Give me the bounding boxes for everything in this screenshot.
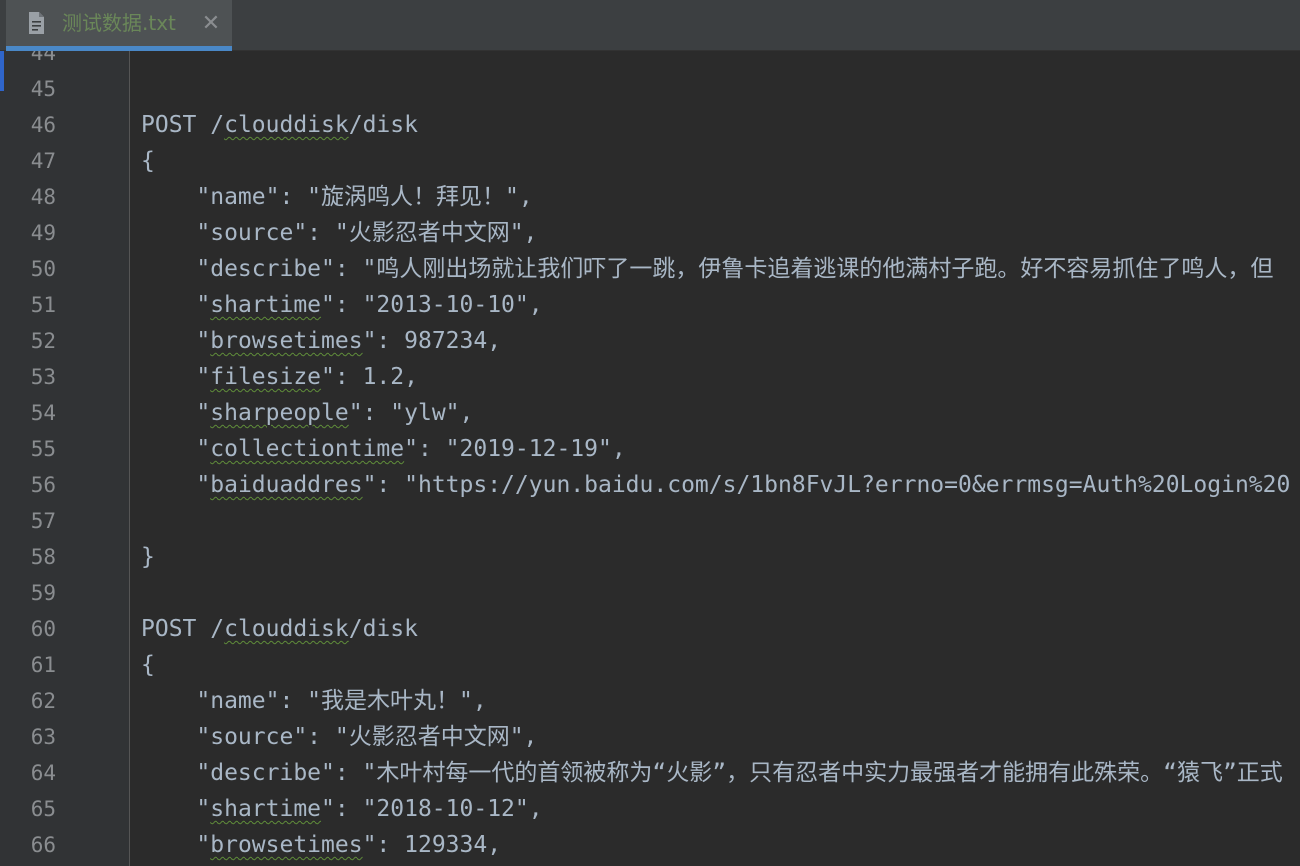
line-number: 50 <box>30 257 56 281</box>
code-token: POST / <box>141 616 225 642</box>
line-number: 52 <box>30 329 56 353</box>
line-number: 53 <box>30 365 56 389</box>
code-line: { <box>141 647 1290 683</box>
code-token: ": "2013-10-10", <box>321 292 543 318</box>
code-editor[interactable]: POST /clouddisk/disk{ "name": "旋涡鸣人！拜见！"… <box>131 51 1300 866</box>
text-file-icon <box>29 12 44 34</box>
code-line: "sharpeople": "ylw", <box>141 395 1290 431</box>
code-token: } <box>141 544 155 570</box>
code-token: "describe": "木叶村每一代的首领被称为“火影”，只有忍者中实力最强者… <box>141 760 1283 786</box>
line-number: 57 <box>30 509 56 533</box>
code-line: POST /clouddisk/disk <box>141 107 1290 143</box>
code-line: "browsetimes": 129334, <box>141 827 1290 863</box>
code-line: "describe": "鸣人刚出场就让我们吓了一跳，伊鲁卡追着逃课的他满村子跑… <box>141 251 1290 287</box>
code-token: "describe": "鸣人刚出场就让我们吓了一跳，伊鲁卡追着逃课的他满村子跑… <box>141 256 1274 282</box>
line-number: 54 <box>30 401 56 425</box>
line-number: 47 <box>30 149 56 173</box>
code-token: ": "ylw", <box>348 400 474 426</box>
code-token: "source": "火影忍者中文网", <box>141 724 538 750</box>
code-line: "source": "火影忍者中文网", <box>141 215 1290 251</box>
spelling-warning-token: shartime <box>210 796 322 822</box>
code-token: " <box>141 400 211 426</box>
line-number: 61 <box>30 653 56 677</box>
code-token: ": "2019-12-19", <box>404 436 626 462</box>
code-token: /disk <box>348 112 418 138</box>
spelling-warning-token: collectiontime <box>210 436 405 462</box>
code-token: " <box>141 832 211 858</box>
code-token: { <box>141 148 155 174</box>
spelling-warning-token: filesize <box>210 364 322 390</box>
line-number: 44 <box>30 51 56 65</box>
editor-tab-bar: 测试数据.txt ✕ <box>0 0 1300 51</box>
code-token: ": "2018-10-12", <box>321 796 543 822</box>
line-number: 62 <box>30 689 56 713</box>
code-token: ": 1.2, <box>321 364 418 390</box>
line-number: 45 <box>30 77 56 101</box>
code-line: "source": "火影忍者中文网", <box>141 719 1290 755</box>
line-number-gutter: 44 45 46 47 48 49 50 51 52 53 54 55 56 57 58 59 60 61 62 63… <box>0 51 130 866</box>
line-number: 63 <box>30 725 56 749</box>
line-number: 49 <box>30 221 56 245</box>
code-token: ": 129334, <box>362 832 502 858</box>
close-icon[interactable]: ✕ <box>198 11 224 37</box>
code-token: "name": "我是木叶丸！", <box>141 688 487 714</box>
code-token: POST / <box>141 112 225 138</box>
code-token: "name": "旋涡鸣人！拜见！", <box>141 184 533 210</box>
line-number: 66 <box>30 833 56 857</box>
code-line: "filesize": 1.2, <box>141 359 1290 395</box>
code-line: } <box>141 539 1290 575</box>
line-number: 48 <box>30 185 56 209</box>
tab-title: 测试数据.txt <box>62 11 176 35</box>
spelling-warning-token: shartime <box>210 292 322 318</box>
code-line: "baiduaddres": "https://yun.baidu.com/s/… <box>141 467 1290 503</box>
code-line: "describe": "木叶村每一代的首领被称为“火影”，只有忍者中实力最强者… <box>141 755 1290 791</box>
code-token: " <box>141 796 211 822</box>
spelling-warning-token: browsetimes <box>210 832 363 858</box>
spelling-warning-token: clouddisk <box>224 616 349 642</box>
code-line: "shartime": "2018-10-12", <box>141 791 1290 827</box>
line-number: 65 <box>30 797 56 821</box>
code-line: "shartime": "2013-10-10", <box>141 287 1290 323</box>
line-number: 58 <box>30 545 56 569</box>
code-token: " <box>141 436 211 462</box>
code-line: "browsetimes": 987234, <box>141 323 1290 359</box>
spelling-warning-token: clouddisk <box>224 112 349 138</box>
code-token: ": "https://yun.baidu.com/s/1bn8FvJL?err… <box>362 472 1291 498</box>
line-number: 60 <box>30 617 56 641</box>
code-token: " <box>141 292 211 318</box>
file-tab[interactable]: 测试数据.txt ✕ <box>6 0 232 51</box>
code-line: "name": "旋涡鸣人！拜见！", <box>141 179 1290 215</box>
code-line: POST /clouddisk/disk <box>141 611 1290 647</box>
code-token: " <box>141 472 211 498</box>
line-number: 55 <box>30 437 56 461</box>
line-number: 56 <box>30 473 56 497</box>
spelling-warning-token: sharpeople <box>210 400 349 426</box>
code-token: { <box>141 652 155 678</box>
line-number: 59 <box>30 581 56 605</box>
code-token: " <box>141 364 211 390</box>
code-line: "name": "我是木叶丸！", <box>141 683 1290 719</box>
code-token: /disk <box>348 616 418 642</box>
line-number: 64 <box>30 761 56 785</box>
code-token: " <box>141 328 211 354</box>
spelling-warning-token: browsetimes <box>210 328 363 354</box>
line-number: 51 <box>30 293 56 317</box>
code-token: "source": "火影忍者中文网", <box>141 220 538 246</box>
code-line: "collectiontime": "2019-12-19", <box>141 431 1290 467</box>
code-token: ": 987234, <box>362 328 502 354</box>
line-number: 46 <box>30 113 56 137</box>
code-line: { <box>141 143 1290 179</box>
spelling-warning-token: baiduaddres <box>210 472 363 498</box>
